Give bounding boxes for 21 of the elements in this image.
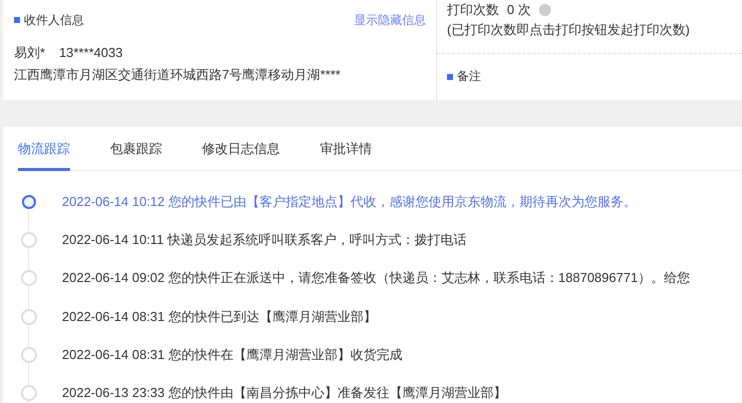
section-title: 收件人信息 [24,12,84,28]
tracking-event: 2022-06-14 08:31 您的快件在【鹰潭月湖营业部】收货完成 [62,346,402,364]
recipient-name: 易刘* [14,44,46,62]
tab[interactable]: 物流跟踪 [18,140,70,171]
tracking-event: 2022-06-14 10:12 您的快件已由【客户指定地点】代收，感谢您使用京东物流，期待再次为您服务。 [62,193,636,212]
print-count-note: (已打印次数即点击打印按钮发起打印次数) [447,22,690,37]
tracking-event: 2022-06-14 10:11 快递员发起系统呼叫联系客户，呼叫方式：拨打电话 [62,231,466,250]
section-marker-icon [447,74,453,80]
print-count-value: 0 次 [507,1,531,19]
tracking-event: 2022-06-14 08:31 您的快件已到达【鹰潭月湖营业部】 [62,308,376,326]
tracking-event: 2022-06-14 09:02 您的快件正在派送中，请您准备签收（快递员：艾志林，联系电话：18870896771）。给您 [62,269,690,288]
print-count-label: 打印次数 [447,1,499,19]
tracking-event: 2022-06-13 23:33 您的快件由【南昌分拣中心】准备发往【鹰潭月湖营业部】 [62,384,506,402]
show-hidden-info-link[interactable]: 显示隐藏信息 [354,12,426,28]
section-marker-icon [14,17,20,23]
tab[interactable]: 包裹跟踪 [110,140,162,171]
recipient-address: 江西鹰潭市月湖区交通街道环城西路7号鹰潭移动月湖**** [14,67,340,82]
tab[interactable]: 修改日志信息 [202,140,280,171]
recipient-phone: 13****4033 [59,44,123,62]
tab[interactable]: 审批详情 [320,140,372,171]
section-title: 备注 [457,68,481,85]
